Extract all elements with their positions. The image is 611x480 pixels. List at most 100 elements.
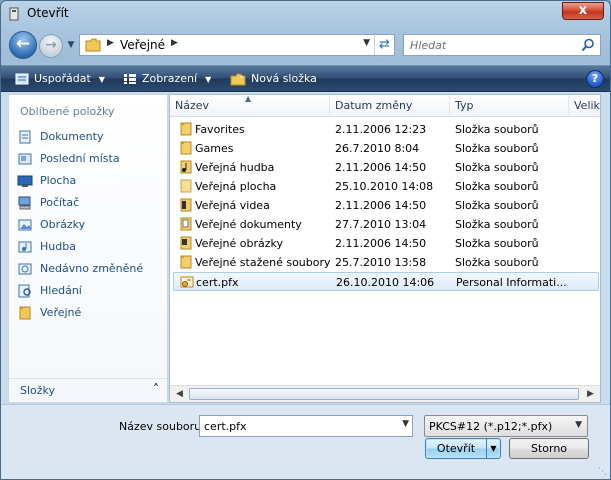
chevron-up-icon[interactable]: ˄ <box>153 382 159 396</box>
file-type: Složka souborů <box>455 142 539 155</box>
open-options-chevron-icon[interactable]: ▼ <box>486 439 500 458</box>
file-date: 2.11.2006 14:50 <box>335 161 427 174</box>
sidebar-item-desktop[interactable]: Plocha <box>15 171 163 191</box>
views-icon <box>124 74 136 84</box>
sidebar-item-label: Hledání <box>40 284 82 297</box>
sidebar-item-recently-changed[interactable]: Nedávno změněné <box>15 259 163 279</box>
certificate-icon <box>180 276 194 288</box>
file-date: 2.11.2006 14:50 <box>335 199 427 212</box>
documents-folder-icon <box>180 217 192 231</box>
filetype-select[interactable]: PKCS#12 (*.p12;*.pfx) ▼ <box>424 415 588 437</box>
column-header-date[interactable]: Datum změny <box>330 95 450 117</box>
search-placeholder: Hledat <box>410 39 447 52</box>
help-button[interactable]: ? <box>586 70 604 88</box>
chevron-down-icon[interactable]: ▼ <box>402 419 409 429</box>
scroll-left-icon[interactable]: ◀ <box>172 388 187 400</box>
filename-value: cert.pfx <box>204 420 247 433</box>
file-name: Veřejné stažené soubory <box>195 256 331 269</box>
file-row[interactable]: Veřejná plocha 25.10.2010 14:08 Složka s… <box>173 177 599 196</box>
file-row[interactable]: Veřejné obrázky 2.11.2006 14:50 Složka s… <box>173 234 599 253</box>
cancel-button[interactable]: Storno <box>509 438 589 459</box>
scrollbar-thumb[interactable] <box>189 388 579 400</box>
recently-changed-icon <box>18 263 32 275</box>
sidebar-item-label: Veřejné <box>40 306 82 319</box>
file-name: Games <box>195 142 234 155</box>
file-row-selected[interactable]: cert.pfx 26.10.2010 14:06 Personal Infor… <box>173 272 599 291</box>
app-icon <box>9 7 19 21</box>
folder-icon <box>180 122 192 136</box>
breadcrumb-separator-icon[interactable]: ▶ <box>171 38 178 48</box>
refresh-button[interactable]: ⇄ <box>374 35 394 55</box>
desktop-icon <box>17 175 33 187</box>
file-name: Favorites <box>195 123 245 136</box>
file-row[interactable]: Veřejné dokumenty 27.7.2010 13:04 Složka… <box>173 215 599 234</box>
file-row[interactable]: Favorites 2.11.2006 12:23 Složka souborů <box>173 120 599 139</box>
documents-icon <box>19 130 31 144</box>
file-date: 26.10.2010 14:06 <box>336 276 435 289</box>
window-title: Otevřít <box>27 6 69 20</box>
resize-grip-icon[interactable]: ⋱ <box>598 467 608 477</box>
file-date: 2.11.2006 12:23 <box>335 123 427 136</box>
sidebar-item-label: Počítač <box>40 196 80 209</box>
file-row[interactable]: Games 26.7.2010 8:04 Složka souborů <box>173 139 599 158</box>
folder-icon <box>85 38 101 52</box>
file-row[interactable]: Veřejné stažené soubory 25.7.2010 13:58 … <box>173 253 599 272</box>
close-button[interactable]: x <box>562 2 604 20</box>
title-bar: Otevřít x <box>1 1 610 27</box>
column-header-label: Typ <box>455 99 474 112</box>
horizontal-scrollbar[interactable]: ◀ ▶ <box>170 385 600 402</box>
search-icon[interactable] <box>581 38 595 52</box>
chevron-down-icon: ▼ <box>98 75 105 84</box>
forward-button[interactable]: → <box>39 34 63 58</box>
filename-field[interactable]: cert.pfx ▼ <box>199 415 413 437</box>
sidebar-item-computer[interactable]: Počítač <box>15 193 163 213</box>
address-dropdown-icon[interactable]: ▼ <box>363 38 370 48</box>
chevron-down-icon: ▼ <box>205 75 212 84</box>
column-header-name[interactable]: Název ▲ <box>170 95 330 117</box>
file-name: cert.pfx <box>196 276 239 289</box>
folder-icon <box>180 179 192 193</box>
sidebar-item-pictures[interactable]: Obrázky <box>15 215 163 235</box>
pictures-icon <box>18 219 32 231</box>
chevron-down-icon[interactable]: ▼ <box>575 420 582 430</box>
sidebar-item-label: Poslední místa <box>40 152 120 165</box>
filetype-value: PKCS#12 (*.p12;*.pfx) <box>429 420 553 433</box>
scroll-right-icon[interactable]: ▶ <box>583 388 598 400</box>
file-type: Personal Informati... <box>456 276 567 289</box>
recent-pages-dropdown-icon[interactable]: ▼ <box>65 39 77 51</box>
sidebar-item-documents[interactable]: Dokumenty <box>15 127 163 147</box>
organize-label: Uspořádat <box>34 72 91 85</box>
column-header-type[interactable]: Typ <box>450 95 569 117</box>
search-input[interactable]: Hledat <box>403 34 601 56</box>
public-folder-icon <box>19 306 31 320</box>
organize-icon <box>15 73 29 85</box>
file-name: Veřejná videa <box>195 199 270 212</box>
file-list: Název ▲ Datum změny Typ Veliko Favorites… <box>169 94 601 403</box>
address-bar[interactable]: ▶ Veřejné ▶ ▼ ⇄ <box>79 34 395 56</box>
folders-toggle[interactable]: Složky ˄ <box>9 378 167 402</box>
sidebar-item-searches[interactable]: Hledání <box>15 281 163 301</box>
file-date: 25.10.2010 14:08 <box>335 180 434 193</box>
file-row[interactable]: Veřejná hudba 2.11.2006 14:50 Složka sou… <box>173 158 599 177</box>
organize-menu-button[interactable]: Uspořádat ▼ <box>15 71 105 88</box>
music-folder-icon <box>180 160 192 174</box>
file-date: 27.7.2010 13:04 <box>335 218 427 231</box>
views-label: Zobrazení <box>142 72 198 85</box>
file-row[interactable]: Veřejná videa 2.11.2006 14:50 Složka sou… <box>173 196 599 215</box>
folders-label: Složky <box>20 384 56 397</box>
sidebar-item-label: Obrázky <box>40 218 86 231</box>
column-header-size[interactable]: Veliko <box>569 95 600 117</box>
breadcrumb-separator-icon[interactable]: ▶ <box>107 38 114 48</box>
pictures-folder-icon <box>180 236 192 250</box>
open-file-dialog: Otevřít x ← → ▼ ▶ Veřejné ▶ ▼ ⇄ Hledat U… <box>0 0 611 480</box>
file-name: Veřejná plocha <box>195 180 277 193</box>
sidebar-item-public[interactable]: Veřejné <box>15 303 163 323</box>
sidebar-item-recent-places[interactable]: Poslední místa <box>15 149 163 169</box>
open-button[interactable]: Otevřít ▼ <box>425 438 501 459</box>
new-folder-button[interactable]: * Nová složka <box>230 71 317 88</box>
breadcrumb-item[interactable]: Veřejné <box>120 38 165 52</box>
back-button[interactable]: ← <box>9 31 37 59</box>
sidebar-item-music[interactable]: Hudba <box>15 237 163 257</box>
column-header-label: Datum změny <box>335 99 413 112</box>
views-menu-button[interactable]: Zobrazení ▼ <box>123 71 211 88</box>
